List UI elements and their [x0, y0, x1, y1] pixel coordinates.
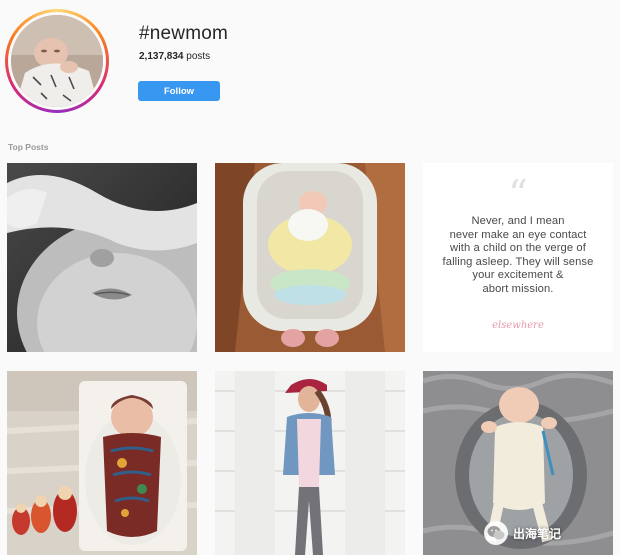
post-image-1	[7, 163, 197, 352]
post-count: 2,137,834 posts	[139, 51, 210, 62]
quote-line: falling asleep. They will sense	[442, 255, 594, 268]
post-image-4	[7, 371, 197, 555]
quote-line: with a child on the verge of	[450, 242, 586, 255]
avatar-image	[11, 15, 103, 107]
quote-line: Never, and I mean	[471, 215, 565, 227]
wechat-icon	[484, 521, 508, 545]
post-thumbnail-5[interactable]	[215, 371, 405, 555]
watermark: 出海笔记	[484, 521, 561, 545]
watermark-text: 出海笔记	[513, 526, 562, 541]
top-posts-label: Top Posts	[8, 142, 49, 152]
quote-line: never make an eye contact	[449, 228, 587, 241]
post-image-5	[215, 371, 405, 555]
post-image-2	[215, 163, 405, 352]
hashtag-page: #newmom 2,137,834 posts Follow Top Posts	[0, 0, 620, 555]
hashtag-title: #newmom	[139, 23, 229, 44]
post-thumbnail-1[interactable]	[7, 163, 197, 352]
post-thumbnail-2[interactable]	[215, 163, 405, 352]
quote-line: your excitement &	[472, 269, 564, 282]
hashtag-avatar[interactable]	[5, 9, 109, 113]
quote-line: abort mission.	[482, 282, 554, 295]
follow-button[interactable]: Follow	[138, 81, 220, 101]
post-thumbnail-3[interactable]: “ Never, and I mean never make an eye co…	[423, 163, 613, 352]
post-thumbnail-4[interactable]	[7, 371, 197, 555]
quote-signature: elsewhere	[492, 320, 544, 331]
quote-mark-icon: “	[508, 172, 528, 216]
quote-text: Never, and I mean never make an eye cont…	[423, 215, 613, 297]
post-count-number: 2,137,834	[139, 51, 184, 62]
post-count-suffix: posts	[183, 51, 211, 62]
